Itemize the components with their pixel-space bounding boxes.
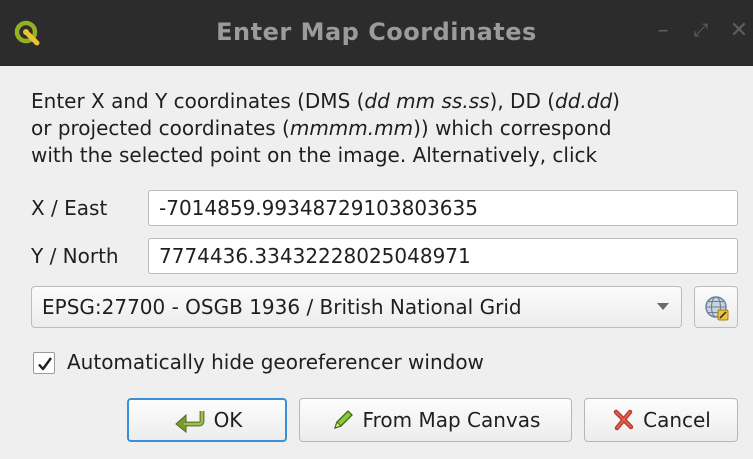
x-east-label: X / East [31, 196, 108, 220]
desc-text: )) which correspond [413, 116, 612, 140]
ok-label: OK [213, 408, 243, 432]
cancel-label: Cancel [643, 408, 711, 432]
y-north-input[interactable]: 7774436.33432228025048971 [148, 238, 738, 274]
y-north-label: Y / North [31, 244, 119, 268]
desc-italic: dd mm ss.ss [364, 89, 490, 113]
cancel-x-icon [613, 409, 634, 431]
ok-button[interactable]: OK [127, 398, 287, 442]
desc-text: or projected coordinates ( [31, 116, 290, 140]
desc-text: Enter X and Y coordinates (DMS ( [31, 89, 365, 113]
window-title: Enter Map Coordinates [216, 18, 537, 46]
from-map-canvas-label: From Map Canvas [362, 408, 541, 432]
from-map-canvas-button[interactable]: From Map Canvas [299, 398, 572, 442]
close-icon[interactable]: ✕ [728, 20, 750, 42]
desc-text: with the selected point on the image. Al… [31, 143, 598, 167]
globe-icon [705, 296, 729, 321]
x-east-input[interactable]: -7014859.99348729103803635 [148, 190, 738, 226]
arrow-return-icon [174, 411, 205, 433]
desc-text: ), DD ( [489, 89, 556, 113]
crs-selected-value: EPSG:27700 - OSGB 1936 / British Nationa… [42, 295, 522, 319]
pencil-icon [333, 410, 353, 430]
cancel-button[interactable]: Cancel [584, 398, 738, 442]
minimize-icon[interactable]: – [652, 20, 674, 42]
desc-italic: mmmm.mm [289, 116, 414, 140]
title-bar[interactable]: Enter Map Coordinates – ⤢ ✕ [0, 0, 753, 66]
crs-selector-button[interactable] [694, 286, 738, 328]
checkmark-icon [38, 357, 52, 371]
auto-hide-checkbox[interactable] [33, 352, 55, 374]
restore-icon[interactable]: ⤢ [690, 20, 712, 42]
crs-select[interactable]: EPSG:27700 - OSGB 1936 / British Nationa… [31, 286, 682, 328]
instructions-text: Enter X and Y coordinates (DMS (dd mm ss… [31, 88, 741, 169]
desc-italic: dd.dd [555, 89, 613, 113]
auto-hide-label: Automatically hide georeferencer window [67, 350, 484, 374]
chevron-down-icon [657, 303, 669, 310]
desc-text: ) [612, 89, 620, 113]
